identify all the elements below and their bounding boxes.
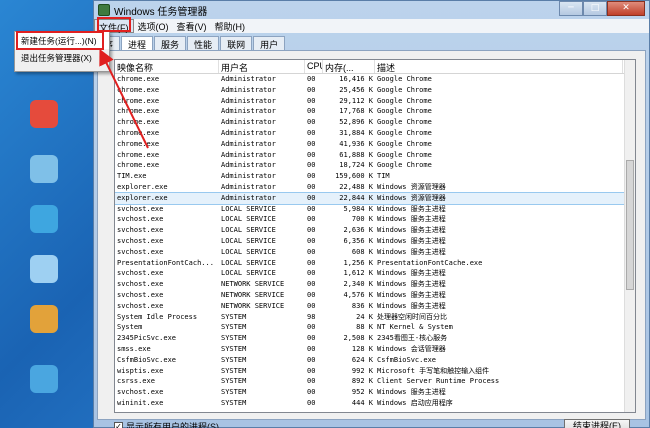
annotation-arrow (99, 48, 149, 149)
